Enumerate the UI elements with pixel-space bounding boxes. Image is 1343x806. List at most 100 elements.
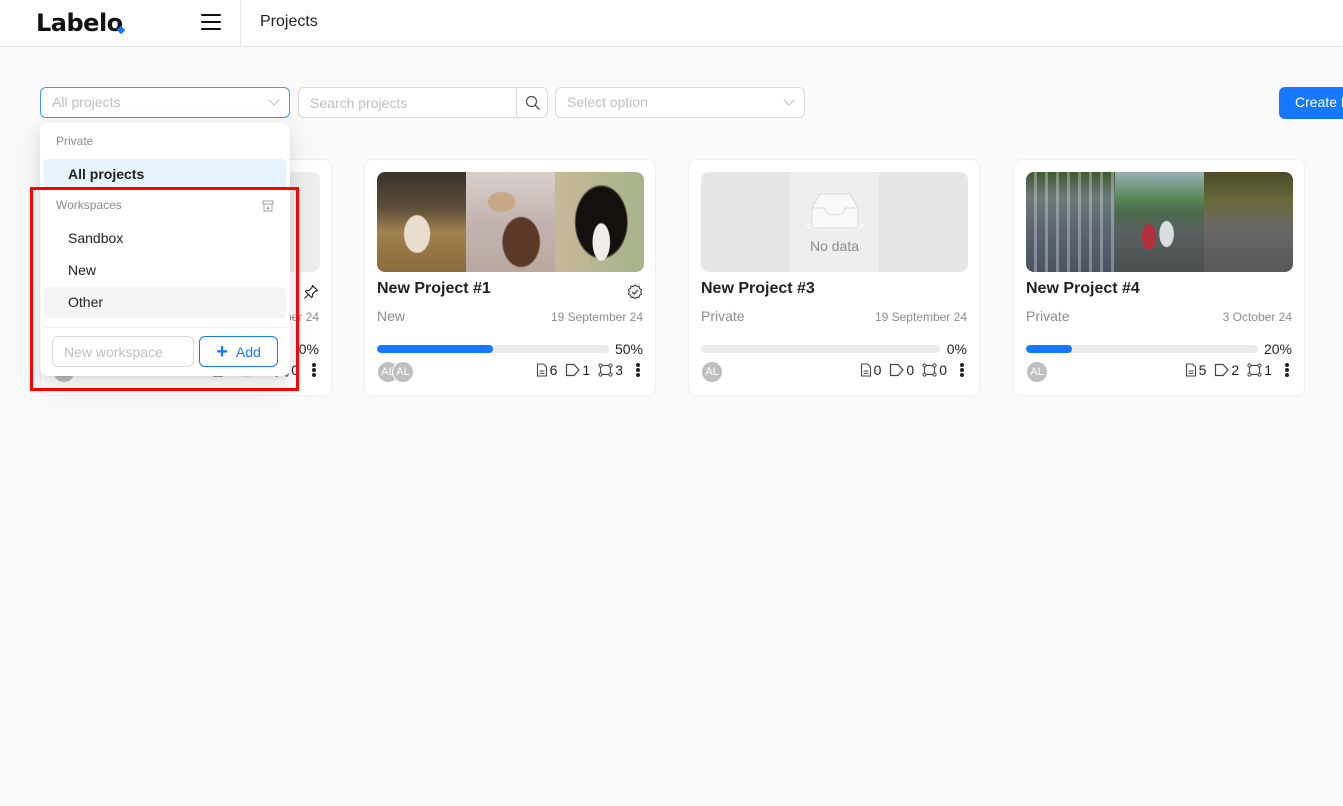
task-count: 5 xyxy=(1185,362,1207,378)
dropdown-item-other[interactable]: Other xyxy=(44,287,286,318)
project-date: 19 September 24 xyxy=(550,310,643,324)
progress-fill xyxy=(377,345,493,353)
avatar: AL xyxy=(701,361,723,383)
no-data-label: No data xyxy=(809,238,860,254)
more-options-button[interactable] xyxy=(309,362,319,378)
project-title[interactable]: New Project #1 xyxy=(377,280,491,298)
dropdown-item-new[interactable]: New xyxy=(44,255,286,286)
bounding-box-icon xyxy=(922,363,937,377)
logo[interactable]: Labelo xyxy=(36,9,129,37)
project-stats: 0 0 0 xyxy=(860,362,967,378)
avatar: AL xyxy=(1026,361,1048,383)
project-card[interactable]: No data New Project #3 Private 19 Septem… xyxy=(688,159,980,396)
menu-bar xyxy=(201,14,221,16)
project-workspace: Private xyxy=(701,308,745,324)
project-title[interactable]: New Project #4 xyxy=(1026,280,1140,298)
thumbnail-empty xyxy=(879,172,968,272)
task-count: 0 xyxy=(860,362,881,378)
dropdown-item-sandbox[interactable]: Sandbox xyxy=(44,223,286,254)
thumbnail-traffic-trucks xyxy=(1115,172,1204,272)
project-date: 19 September 24 xyxy=(874,310,967,324)
progress-label: 20% xyxy=(1263,341,1292,357)
more-options-button[interactable] xyxy=(1282,362,1292,378)
project-card[interactable]: New Project #4 Private 3 October 24 20% … xyxy=(1013,159,1305,396)
dropdown-divider xyxy=(44,327,286,328)
more-options-button[interactable] xyxy=(957,362,967,378)
chevron-down-icon xyxy=(783,94,795,106)
document-icon xyxy=(1185,363,1196,377)
chevron-down-icon xyxy=(268,94,280,106)
header-divider xyxy=(240,0,241,47)
tag-icon xyxy=(890,363,905,377)
project-title[interactable]: New Project #3 xyxy=(701,280,815,298)
label-count: 1 xyxy=(565,362,590,378)
option-select[interactable]: Select option xyxy=(555,87,805,118)
thumbnail-dog-bernese xyxy=(555,172,644,272)
dropdown-item-all-projects[interactable]: All projects xyxy=(44,159,286,190)
project-filter-select[interactable]: All projects xyxy=(40,87,290,118)
task-count-value: 5 xyxy=(1198,362,1207,378)
thumbnail-empty xyxy=(701,172,790,272)
add-workspace-button[interactable]: + Add xyxy=(199,336,278,367)
archive-icon[interactable] xyxy=(262,199,274,217)
tag-icon xyxy=(566,363,581,377)
progress-bar xyxy=(377,345,609,353)
progress-bar xyxy=(701,345,940,353)
search-input[interactable] xyxy=(298,87,517,118)
label-count-value: 1 xyxy=(582,362,591,378)
document-icon xyxy=(860,363,871,377)
project-filter-dropdown: Private All projects Workspaces Sandbox … xyxy=(40,123,290,376)
more-options-button[interactable] xyxy=(633,362,643,378)
project-date: 3 October 24 xyxy=(1222,310,1292,324)
pin-icon[interactable] xyxy=(303,284,319,305)
verified-badge-icon xyxy=(627,284,643,305)
logo-text: Labelo xyxy=(36,9,123,37)
no-data-placeholder: No data xyxy=(790,172,879,272)
search-button[interactable] xyxy=(516,87,548,118)
task-count: 6 xyxy=(536,362,558,378)
label-count-value: 0 xyxy=(906,362,915,378)
label-count: 0 xyxy=(889,362,914,378)
project-thumbnail: No data xyxy=(701,172,968,272)
search-icon xyxy=(525,95,540,110)
task-count-value: 6 xyxy=(549,362,558,378)
new-workspace-input[interactable] xyxy=(52,336,194,367)
thumbnail-dog-shepherd xyxy=(466,172,555,272)
avatar: AL xyxy=(392,361,414,383)
progress-label: 0% xyxy=(298,341,319,357)
project-workspace: New xyxy=(377,308,406,324)
project-card[interactable]: New Project #1 New 19 September 24 50% A… xyxy=(364,159,656,396)
tag-icon xyxy=(1215,363,1230,377)
menu-bar xyxy=(201,28,221,30)
search-group xyxy=(298,87,548,118)
document-icon xyxy=(536,363,547,377)
annotation-count-value: 0 xyxy=(291,362,299,378)
hamburger-menu-button[interactable] xyxy=(199,14,223,32)
project-workspace: Private xyxy=(1026,308,1070,324)
thumbnail-dog-poodle xyxy=(377,172,466,272)
app-header: Labelo Projects xyxy=(0,0,1343,47)
page-title: Projects xyxy=(260,13,318,30)
empty-inbox-icon xyxy=(804,193,865,231)
thumbnail-traffic-street xyxy=(1204,172,1293,272)
group-label-private: Private xyxy=(56,134,94,148)
progress-label: 50% xyxy=(614,341,643,357)
group-label-workspaces: Workspaces xyxy=(56,198,122,212)
create-project-button[interactable]: Create Project xyxy=(1279,87,1343,119)
plus-icon: + xyxy=(216,340,228,363)
project-filter-value: All projects xyxy=(52,94,121,110)
bounding-box-icon xyxy=(598,363,613,377)
annotation-count: 0 xyxy=(922,362,947,378)
annotation-count-value: 0 xyxy=(939,362,947,378)
annotation-count-value: 3 xyxy=(615,362,623,378)
annotation-count: 1 xyxy=(1247,362,1272,378)
label-count-value: 2 xyxy=(1231,362,1240,378)
progress-bar xyxy=(1026,345,1258,353)
project-stats: 6 1 3 xyxy=(536,362,643,378)
annotation-count-value: 1 xyxy=(1264,362,1272,378)
option-select-placeholder: Select option xyxy=(567,94,648,110)
progress-fill xyxy=(1026,345,1073,353)
project-stats: 5 2 1 xyxy=(1185,362,1292,378)
bounding-box-icon xyxy=(1247,363,1262,377)
annotation-count: 3 xyxy=(598,362,623,378)
